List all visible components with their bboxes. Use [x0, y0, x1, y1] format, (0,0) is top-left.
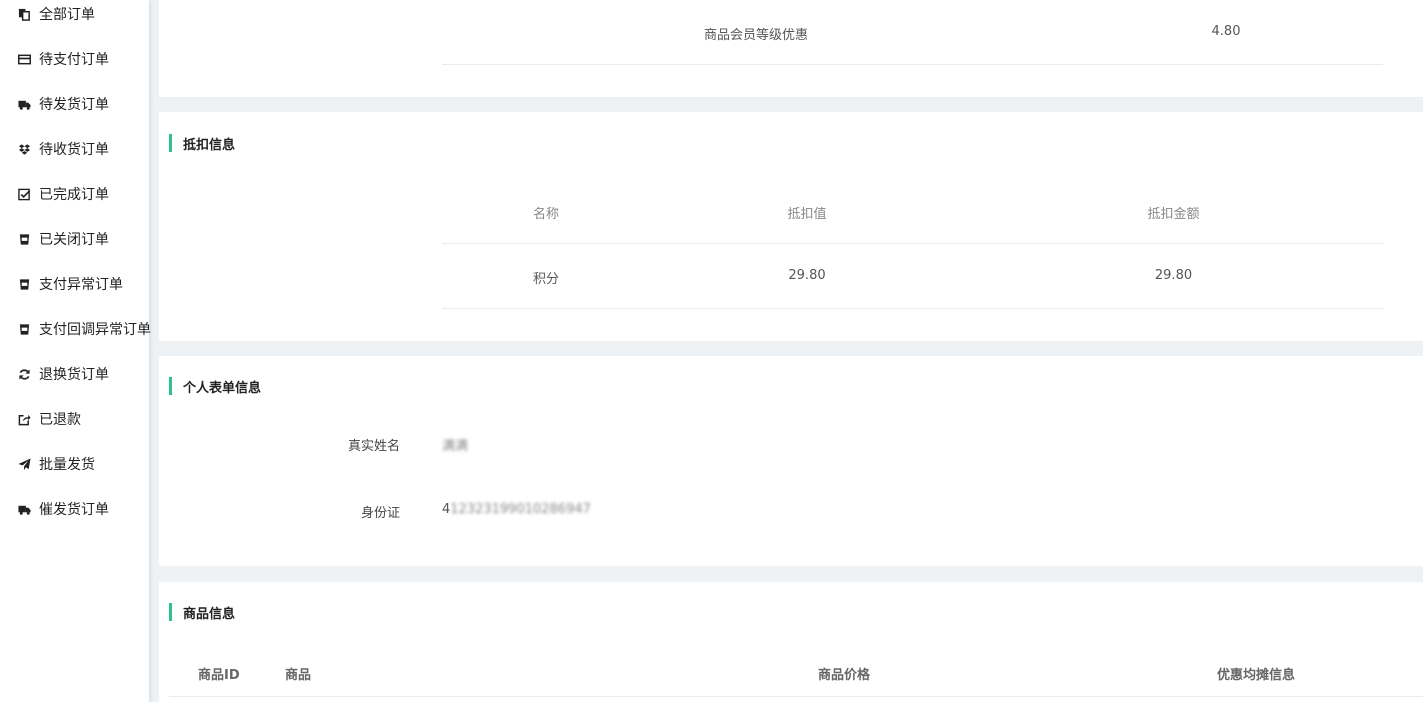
header-discount-share: 优惠均摊信息: [1217, 668, 1296, 683]
id-card-label: 身份证: [360, 506, 400, 521]
sidebar-item-label: 支付异常订单: [39, 277, 123, 293]
accent-bar: [169, 134, 172, 152]
accent-bar: [169, 377, 172, 395]
goods-card: 商品信息 商品ID 商品 商品价格 优惠均摊信息: [159, 582, 1423, 702]
sidebar-item-label: 支付回调异常订单: [39, 322, 151, 338]
accent-bar: [169, 603, 172, 621]
section-title: 商品信息: [169, 603, 236, 622]
sidebar-item-label: 已退款: [39, 412, 81, 428]
row-divider: [442, 308, 1383, 309]
id-card-masked: 12323199010286947: [450, 502, 591, 517]
goods-title: 商品信息: [183, 606, 236, 622]
header-deduct-value: 抵扣值: [787, 207, 827, 222]
deduction-card: 抵扣信息 名称 抵扣值 抵扣金额 积分 29.80 29.80: [159, 112, 1423, 341]
row-divider: [442, 64, 1383, 65]
header-deduct-amount: 抵扣金额: [1147, 207, 1200, 222]
sidebar-item-label: 已完成订单: [39, 187, 109, 203]
sidebar-item-returns[interactable]: 退换货订单: [0, 361, 149, 387]
copy-icon: [17, 7, 31, 21]
credit-card-icon: [17, 52, 31, 66]
cup-icon: [17, 232, 31, 246]
discount-card: 商品会员等级优惠 4.80: [159, 0, 1423, 97]
section-title: 抵扣信息: [169, 134, 236, 153]
header-goods-price: 商品价格: [818, 668, 871, 683]
sidebar-item-callback-error[interactable]: 支付回调异常订单: [0, 316, 151, 342]
sidebar-item-pending-receipt[interactable]: 待收货订单: [0, 136, 149, 162]
refresh-icon: [17, 367, 31, 381]
discount-value: 4.80: [1211, 24, 1241, 39]
sidebar-item-label: 全部订单: [39, 7, 95, 23]
sidebar-item-pending-shipment[interactable]: 待发货订单: [0, 91, 149, 117]
sidebar-item-payment-error[interactable]: 支付异常订单: [0, 271, 149, 297]
sidebar-item-label: 催发货订单: [39, 502, 109, 518]
truck-icon: [17, 502, 31, 516]
sidebar-item-refunded[interactable]: 已退款: [0, 406, 149, 432]
personal-form-title: 个人表单信息: [183, 380, 262, 396]
sidebar-item-label: 批量发货: [39, 457, 95, 473]
header-goods-id: 商品ID: [198, 668, 240, 683]
sidebar-item-closed[interactable]: 已关闭订单: [0, 226, 149, 252]
real-name-value: 满满: [442, 439, 469, 454]
sidebar-item-label: 待收货订单: [39, 142, 109, 158]
sidebar-item-batch-ship[interactable]: 批量发货: [0, 451, 149, 477]
cup-icon: [17, 277, 31, 291]
order-detail-page: 全部订单 待支付订单 待发货订单 待收货订单 已完成订单 已关闭订单 支付异常订…: [0, 0, 1423, 702]
check-square-icon: [17, 187, 31, 201]
order-sidebar: 全部订单 待支付订单 待发货订单 待收货订单 已完成订单 已关闭订单 支付异常订…: [0, 0, 151, 702]
sidebar-item-all-orders[interactable]: 全部订单: [0, 1, 149, 27]
row-name: 积分: [532, 272, 559, 287]
header-goods: 商品: [285, 668, 312, 683]
sidebar-item-label: 待支付订单: [39, 52, 109, 68]
sidebar-item-label: 退换货订单: [39, 367, 109, 383]
id-card-value: 412323199010286947: [442, 502, 591, 517]
header-divider: [442, 243, 1383, 244]
discount-name: 商品会员等级优惠: [703, 28, 808, 43]
deduction-title: 抵扣信息: [183, 137, 236, 153]
share-square-icon: [17, 412, 31, 426]
section-title: 个人表单信息: [169, 377, 262, 396]
sidebar-item-completed[interactable]: 已完成订单: [0, 181, 149, 207]
sidebar-item-label: 待发货订单: [39, 97, 109, 113]
dropbox-icon: [17, 142, 31, 156]
sidebar-item-pending-payment[interactable]: 待支付订单: [0, 46, 149, 72]
row-deduct-amount: 29.80: [1154, 268, 1193, 283]
real-name-label: 真实姓名: [347, 439, 400, 454]
truck-icon: [17, 97, 31, 111]
row-deduct-value: 29.80: [788, 268, 826, 283]
paper-plane-icon: [17, 457, 31, 471]
header-name: 名称: [532, 207, 559, 222]
sidebar-item-urge-shipment[interactable]: 催发货订单: [0, 496, 149, 522]
personal-form-card: 个人表单信息 真实姓名 满满 身份证 412323199010286947: [159, 356, 1423, 566]
header-divider: [169, 696, 1423, 697]
cup-icon: [17, 322, 31, 336]
sidebar-item-label: 已关闭订单: [39, 232, 109, 248]
